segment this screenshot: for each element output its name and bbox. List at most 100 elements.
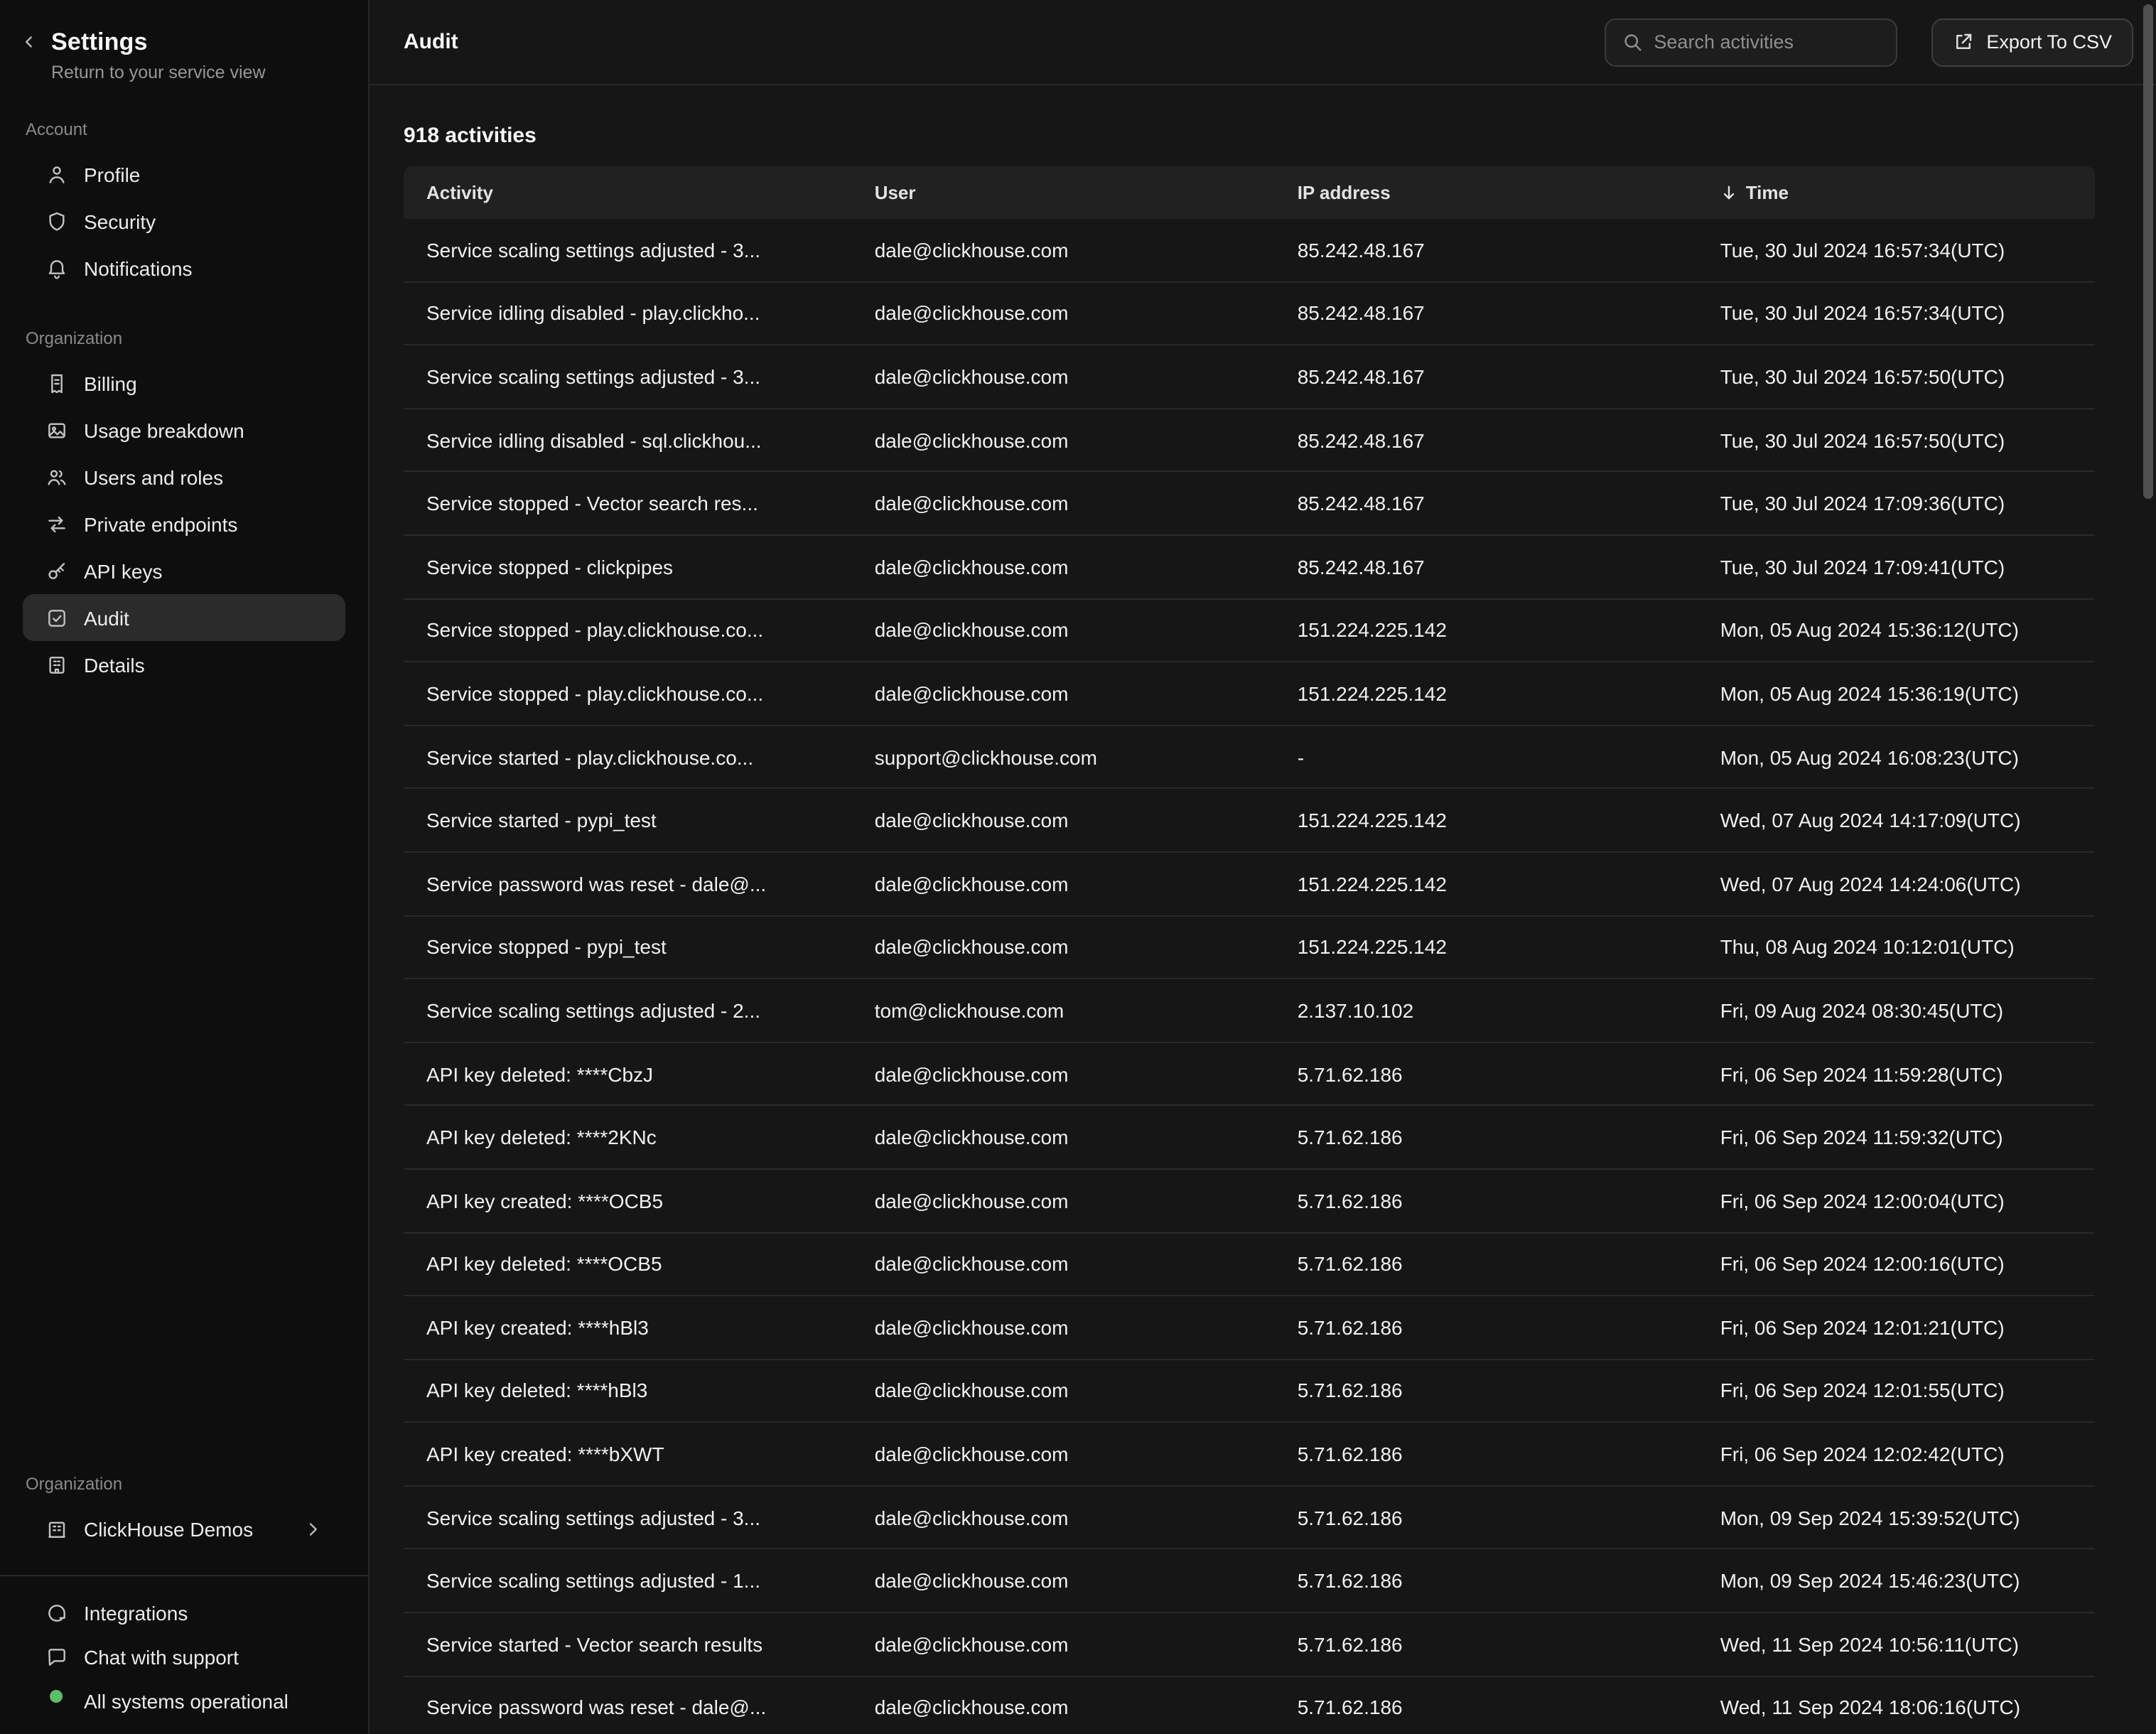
sidebar-item-label: Billing	[84, 372, 323, 394]
export-csv-button[interactable]: Export To CSV	[1931, 18, 2133, 66]
table-row: API key deleted: ****2KNcdale@clickhouse…	[404, 1106, 2095, 1170]
cell-user: dale@clickhouse.com	[852, 682, 1275, 705]
cell-time: Thu, 08 Aug 2024 10:12:01(UTC)	[1698, 936, 2095, 959]
cell-activity: Service scaling settings adjusted - 3...	[404, 1506, 852, 1529]
column-header-ip-address[interactable]: IP address	[1275, 182, 1698, 203]
cell-activity: Service scaling settings adjusted - 3...	[404, 365, 852, 388]
table-row: Service started - play.clickhouse.co...s…	[404, 726, 2095, 790]
cell-ip-address: 85.242.48.167	[1275, 492, 1698, 515]
cell-time: Fri, 06 Sep 2024 11:59:32(UTC)	[1698, 1126, 2095, 1148]
footer-item-all-systems-operational[interactable]: All systems operational	[23, 1679, 345, 1723]
sidebar-item-details[interactable]: Details	[23, 641, 345, 688]
sidebar-item-billing[interactable]: Billing	[23, 360, 345, 406]
column-header-label: IP address	[1298, 182, 1391, 203]
details-building-icon	[45, 653, 68, 676]
table-row: Service scaling settings adjusted - 1...…	[404, 1550, 2095, 1613]
sidebar-item-label: Notifications	[84, 257, 323, 279]
column-header-time[interactable]: Time	[1698, 182, 2095, 203]
cell-time: Fri, 06 Sep 2024 12:01:21(UTC)	[1698, 1316, 2095, 1339]
cell-user: dale@clickhouse.com	[852, 492, 1275, 515]
table-row: Service stopped - Vector search res...da…	[404, 473, 2095, 536]
cell-activity: Service stopped - play.clickhouse.co...	[404, 682, 852, 705]
sidebar-item-audit[interactable]: Audit	[23, 594, 345, 641]
cell-ip-address: 151.224.225.142	[1275, 936, 1698, 959]
sidebar-item-label: Profile	[84, 163, 323, 185]
cell-activity: API key created: ****bXWT	[404, 1443, 852, 1465]
cell-time: Tue, 30 Jul 2024 16:57:50(UTC)	[1698, 365, 2095, 388]
back-chevron-icon[interactable]	[20, 33, 38, 51]
cell-activity: Service idling disabled - play.clickho..…	[404, 302, 852, 325]
cell-time: Mon, 05 Aug 2024 15:36:12(UTC)	[1698, 619, 2095, 642]
sidebar-item-profile[interactable]: Profile	[23, 151, 345, 198]
table-row: Service scaling settings adjusted - 2...…	[404, 979, 2095, 1043]
cell-time: Tue, 30 Jul 2024 16:57:50(UTC)	[1698, 429, 2095, 451]
sidebar-nav: AccountProfileSecurityNotificationsOrgan…	[0, 82, 368, 688]
topbar-actions: Export To CSV	[1604, 18, 2133, 66]
cell-activity: Service started - pypi_test	[404, 809, 852, 831]
cell-user: dale@clickhouse.com	[852, 1126, 1275, 1148]
sidebar-item-label: Users and roles	[84, 465, 323, 488]
cell-ip-address: 5.71.62.186	[1275, 1253, 1698, 1276]
audit-table: ActivityUser IP address Time Service scali…	[404, 166, 2095, 1734]
cell-user: dale@clickhouse.com	[852, 429, 1275, 451]
sidebar-item-clickhouse-demos[interactable]: ClickHouse Demos	[23, 1505, 345, 1552]
sidebar-item-security[interactable]: Security	[23, 198, 345, 244]
cell-user: dale@clickhouse.com	[852, 936, 1275, 959]
footer-item-integrations[interactable]: Integrations	[23, 1590, 345, 1635]
section-label-account: Account	[0, 119, 368, 139]
column-header-user[interactable]: User	[852, 182, 1275, 203]
sidebar-item-users-and-roles[interactable]: Users and roles	[23, 453, 345, 500]
page-title: Audit	[404, 30, 458, 54]
vertical-scrollbar-thumb[interactable]	[2143, 4, 2153, 499]
integrations-icon	[45, 1601, 68, 1624]
table-row: Service password was reset - dale@...dal…	[404, 853, 2095, 916]
sidebar-item-label: Audit	[84, 606, 323, 629]
cell-activity: API key deleted: ****hBl3	[404, 1379, 852, 1402]
cell-activity: Service stopped - play.clickhouse.co...	[404, 619, 852, 642]
cell-activity: API key created: ****hBl3	[404, 1316, 852, 1339]
column-header-activity[interactable]: Activity	[404, 182, 852, 203]
cell-time: Wed, 07 Aug 2024 14:24:06(UTC)	[1698, 872, 2095, 895]
sidebar-item-api-keys[interactable]: API keys	[23, 547, 345, 594]
cell-time: Mon, 05 Aug 2024 15:36:19(UTC)	[1698, 682, 2095, 705]
private-endpoints-icon	[45, 512, 68, 535]
billing-icon	[45, 372, 68, 394]
export-csv-label: Export To CSV	[1986, 31, 2112, 53]
cell-ip-address: 5.71.62.186	[1275, 1443, 1698, 1465]
org-section-label: Organization	[0, 1474, 368, 1494]
status-dot	[50, 1689, 63, 1702]
cell-activity: Service stopped - pypi_test	[404, 936, 852, 959]
cell-user: dale@clickhouse.com	[852, 1696, 1275, 1719]
return-to-service-link[interactable]: Return to your service view	[51, 63, 266, 82]
sidebar-item-label: Chat with support	[84, 1645, 323, 1668]
api-key-icon	[45, 559, 68, 582]
cell-activity: Service started - play.clickhouse.co...	[404, 745, 852, 768]
cell-user: support@clickhouse.com	[852, 745, 1275, 768]
sidebar-item-notifications[interactable]: Notifications	[23, 244, 345, 291]
table-row: Service scaling settings adjusted - 3...…	[404, 345, 2095, 409]
status-dot	[45, 1689, 68, 1712]
cell-time: Tue, 30 Jul 2024 16:57:34(UTC)	[1698, 302, 2095, 325]
cell-ip-address: 85.242.48.167	[1275, 556, 1698, 578]
table-row: API key created: ****OCB5dale@clickhouse…	[404, 1170, 2095, 1233]
cell-user: dale@clickhouse.com	[852, 1570, 1275, 1593]
cell-ip-address: 5.71.62.186	[1275, 1379, 1698, 1402]
sidebar-item-label: Integrations	[84, 1601, 323, 1624]
search-activities-input[interactable]	[1654, 31, 1880, 53]
footer-item-chat-with-support[interactable]: Chat with support	[23, 1635, 345, 1679]
table-row: Service stopped - clickpipesdale@clickho…	[404, 536, 2095, 599]
cell-user: dale@clickhouse.com	[852, 365, 1275, 388]
main-panel: Audit Export To CSV 918 activities	[370, 0, 2156, 1734]
cell-ip-address: 151.224.225.142	[1275, 872, 1698, 895]
cell-ip-address: 85.242.48.167	[1275, 429, 1698, 451]
sidebar-item-private-endpoints[interactable]: Private endpoints	[23, 500, 345, 547]
cell-activity: Service scaling settings adjusted - 1...	[404, 1570, 852, 1593]
cell-user: tom@clickhouse.com	[852, 999, 1275, 1022]
cell-user: dale@clickhouse.com	[852, 872, 1275, 895]
sidebar-bottom: Organization ClickHouse Demos Integratio…	[0, 1437, 368, 1734]
cell-activity: Service password was reset - dale@...	[404, 1696, 852, 1719]
settings-title: Settings	[51, 28, 266, 57]
sidebar-item-usage-breakdown[interactable]: Usage breakdown	[23, 406, 345, 453]
table-row: API key deleted: ****OCB5dale@clickhouse…	[404, 1233, 2095, 1296]
cell-activity: Service started - Vector search results	[404, 1633, 852, 1656]
